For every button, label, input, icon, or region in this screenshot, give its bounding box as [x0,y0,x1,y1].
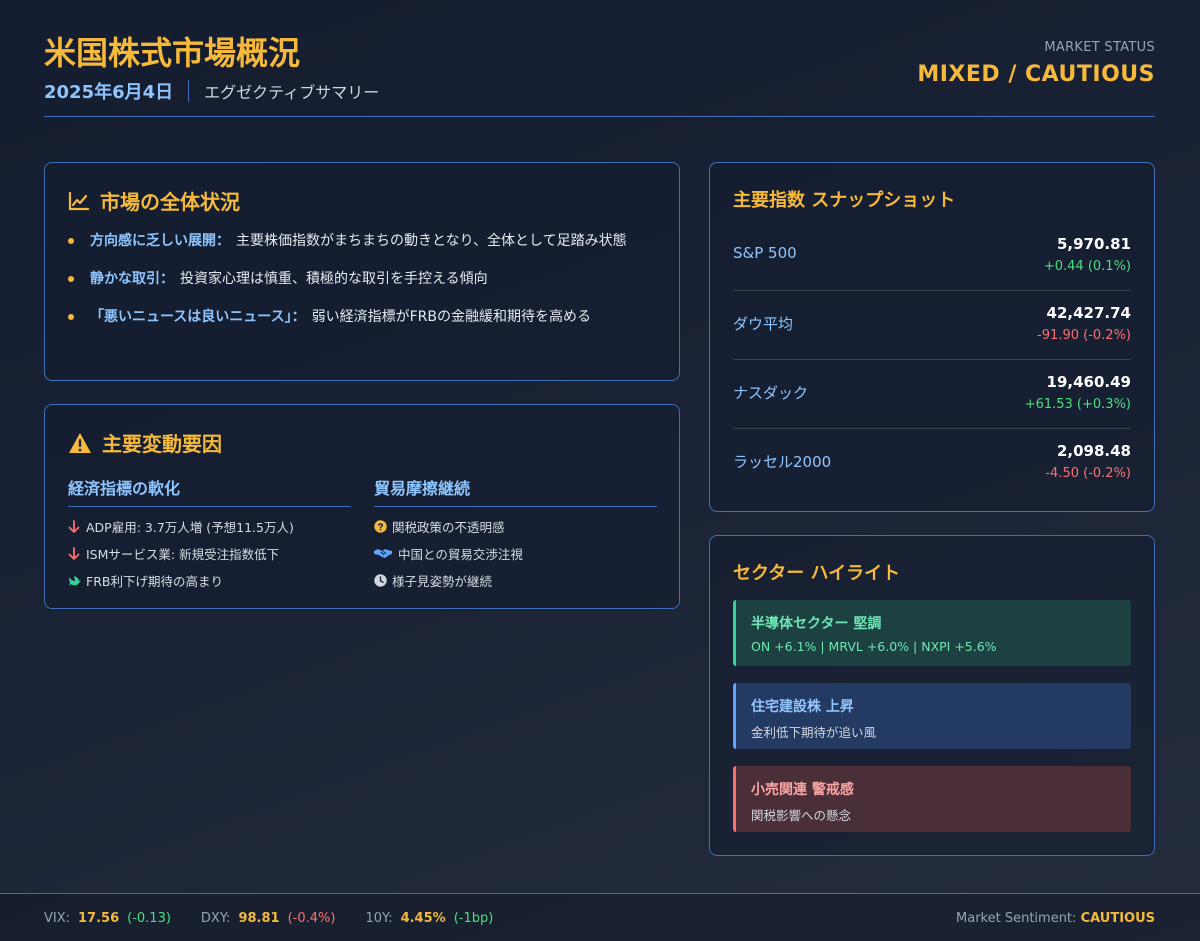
index-change: +61.53 (+0.3%) [1024,397,1131,412]
line-chart-icon [68,191,90,210]
market-status-label: MARKET STATUS [1044,40,1155,55]
index-change: +0.44 (0.1%) [1043,259,1131,274]
page-title: 米国株式市場概況 [44,34,301,72]
driver-item-text: 関税政策の不透明感 [392,520,505,535]
bullet-icon [68,276,74,282]
list-item: 関税政策の不透明感 [374,519,657,535]
metric-change: (-0.4%) [287,911,336,926]
metric-value: 17.56 [78,911,120,926]
driver-item-text: ISMサービス業: 新規受注指数低下 [86,547,280,562]
arrow-down-icon [68,546,86,561]
metric-value: 4.45% [400,911,446,926]
header-subline: 2025年6月4日 エグゼクティブサマリー [44,78,379,104]
economic-indicators-column: 経済指標の軟化 ADP雇用: 3.7万人増 (予想11.5万人) ISMサービス… [68,475,351,589]
overview-item-text: 投資家心理は慎重、積極的な取引を手控える傾向 [180,271,488,287]
market-status-value: MIXED / CAUTIOUS [917,62,1155,87]
key-drivers-title-text: 主要変動要因 [102,432,222,456]
driver-item-text: ADP雇用: 3.7万人増 (予想11.5万人) [86,520,294,535]
overview-item-label: 方向感に乏しい展開： [90,233,230,249]
index-name: ナスダック [733,384,809,402]
list-item: ISMサービス業: 新規受注指数低下 [68,546,351,562]
index-row-dow[interactable]: ダウ平均 42,427.74 -91.90 (-0.2%) [733,292,1131,360]
overview-item-label: 「悪いニュースは良いニュース」： [90,309,306,325]
list-item: 様子見姿勢が継続 [374,573,657,589]
metric-value: 98.81 [238,911,280,926]
header-divider [188,80,190,102]
sector-card-title: 小売関連 警戒感 [751,782,854,798]
market-sentiment: Market Sentiment: CAUTIOUS [956,911,1155,926]
footer-metrics: VIX: 17.56 (-0.13) DXY: 98.81 (-0.4%) 10… [44,911,523,926]
sector-highlights-title: セクター ハイライト [733,563,901,584]
bullet-icon [68,314,74,320]
list-item: 方向感に乏しい展開： 主要株価指数がまちまちの動きとなり、全体として足踏み状態 [68,229,658,253]
report-date: 2025年6月4日 [44,82,174,103]
index-name: ラッセル2000 [733,453,832,471]
driver-item-text: 中国との貿易交渉注視 [398,547,523,562]
list-item: FRB利下げ期待の高まり [68,573,351,589]
question-circle-icon [374,520,392,533]
sector-card-detail: 関税影響への懸念 [751,808,852,823]
metric-label: DXY: [200,911,231,926]
trade-friction-heading: 貿易摩擦継続 [374,475,657,507]
market-overview-panel: 市場の全体状況 方向感に乏しい展開： 主要株価指数がまちまちの動きとなり、全体とし… [44,162,680,381]
sector-card-semiconductors[interactable]: 半導体セクター 堅調 ON +6.1% | MRVL +6.0% | NXPI … [733,600,1131,666]
list-item: ADP雇用: 3.7万人増 (予想11.5万人) [68,519,351,535]
market-overview-title: 市場の全体状況 [68,186,240,215]
index-change: -4.50 (-0.2%) [1045,466,1131,481]
index-snapshot-panel: 主要指数 スナップショット S&P 500 5,970.81 +0.44 (0.… [709,162,1155,512]
index-row-nasdaq[interactable]: ナスダック 19,460.49 +61.53 (+0.3%) [733,361,1131,429]
index-value: 2,098.48 [1056,442,1131,460]
trade-friction-column: 貿易摩擦継続 関税政策の不透明感 中国との貿易交渉注視 様子見姿勢が継続 [374,475,657,589]
footer-bar: VIX: 17.56 (-0.13) DXY: 98.81 (-0.4%) 10… [0,893,1200,941]
clock-icon [374,574,392,587]
market-overview-title-text: 市場の全体状況 [100,190,240,214]
list-item: 「悪いニュースは良いニュース」： 弱い経済指標がFRBの金融緩和期待を高める [68,305,658,329]
list-item: 静かな取引： 投資家心理は慎重、積極的な取引を手控える傾向 [68,267,658,291]
page-subtitle: エグゼクティブサマリー [204,83,380,102]
metric-dxy: DXY: 98.81 (-0.4%) [201,911,336,926]
sector-card-title: 住宅建設株 上昇 [751,699,854,715]
sector-card-detail: ON +6.1% | MRVL +6.0% | NXPI +5.6% [751,639,997,654]
sector-card-detail: 金利低下期待が追い風 [751,725,877,740]
dove-icon [68,574,86,587]
sector-card-retail[interactable]: 小売関連 警戒感 関税影響への懸念 [733,766,1131,832]
index-row-sp500[interactable]: S&P 500 5,970.81 +0.44 (0.1%) [733,223,1131,291]
arrow-down-icon [68,519,86,534]
sentiment-value: CAUTIOUS [1080,911,1155,926]
economic-indicators-heading: 経済指標の軟化 [68,475,351,507]
metric-label: VIX: [44,911,71,926]
overview-item-label: 静かな取引： [90,271,174,287]
index-value: 5,970.81 [1056,235,1131,253]
warning-icon [69,432,91,453]
key-drivers-panel: 主要変動要因 経済指標の軟化 ADP雇用: 3.7万人増 (予想11.5万人) … [44,404,680,609]
metric-vix: VIX: 17.56 (-0.13) [44,911,171,926]
index-name: S&P 500 [733,244,797,262]
index-row-russell2000[interactable]: ラッセル2000 2,098.48 -4.50 (-0.2%) [733,430,1131,498]
index-value: 19,460.49 [1046,373,1131,391]
metric-change: (-1bp) [453,911,494,926]
index-name: ダウ平均 [733,315,794,333]
index-snapshot-title: 主要指数 スナップショット [733,190,956,211]
sentiment-label: Market Sentiment: [956,911,1077,926]
metric-label: 10Y: [365,911,393,926]
overview-item-text: 弱い経済指標がFRBの金融緩和期待を高める [311,309,591,325]
bullet-icon [68,238,74,244]
index-value: 42,427.74 [1046,304,1131,322]
overview-item-text: 主要株価指数がまちまちの動きとなり、全体として足踏み状態 [236,233,627,249]
index-change: -91.90 (-0.2%) [1037,328,1131,343]
driver-item-text: FRB利下げ期待の高まり [86,574,223,589]
list-item: 中国との貿易交渉注視 [374,546,657,562]
driver-item-text: 様子見姿勢が継続 [392,574,493,589]
metric-10y: 10Y: 4.45% (-1bp) [365,911,493,926]
key-drivers-title: 主要変動要因 [68,428,222,457]
sector-highlights-panel: セクター ハイライト 半導体セクター 堅調 ON +6.1% | MRVL +6… [709,535,1155,856]
sector-card-homebuilders[interactable]: 住宅建設株 上昇 金利低下期待が追い風 [733,683,1131,749]
handshake-icon [374,548,398,559]
sector-card-title: 半導体セクター 堅調 [751,616,882,632]
metric-change: (-0.13) [127,911,171,926]
header: 米国株式市場概況 2025年6月4日 エグゼクティブサマリー MARKET ST… [44,24,1155,117]
overview-list: 方向感に乏しい展開： 主要株価指数がまちまちの動きとなり、全体として足踏み状態 静… [68,229,658,329]
